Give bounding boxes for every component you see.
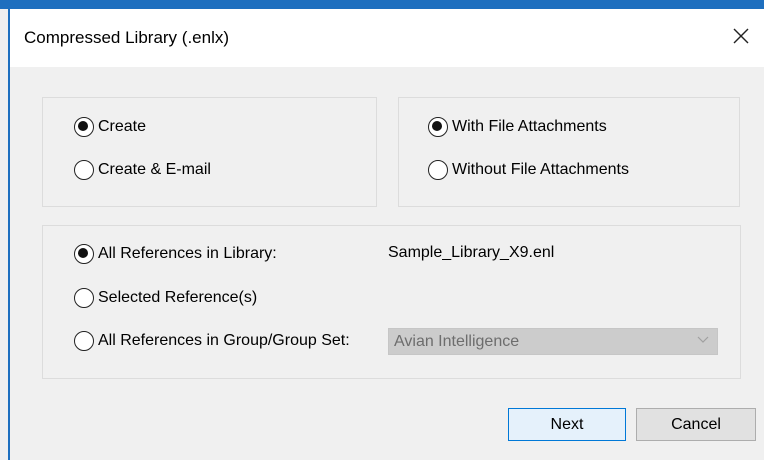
radio-without-attachments[interactable]: Without File Attachments — [428, 160, 629, 180]
radio-group-references-label: All References in Group/Group Set: — [98, 332, 350, 349]
attachments-groupbox — [398, 97, 740, 207]
radio-selected-references[interactable]: Selected Reference(s) — [74, 288, 257, 308]
radio-create[interactable]: Create — [74, 117, 146, 137]
radio-create-email-label: Create & E-mail — [98, 161, 211, 178]
radio-create-email[interactable]: Create & E-mail — [74, 160, 211, 180]
radio-checked-icon — [428, 117, 448, 137]
radio-all-references-label: All References in Library: — [98, 245, 277, 262]
next-button[interactable]: Next — [508, 408, 626, 441]
close-icon — [733, 28, 749, 44]
group-select-value: Avian Intelligence — [394, 332, 520, 350]
radio-all-references[interactable]: All References in Library: — [74, 244, 277, 264]
radio-group-references[interactable]: All References in Group/Group Set: — [74, 331, 350, 351]
dialog-client-area: Create Create & E-mail With File Attachm… — [10, 67, 764, 460]
compressed-library-dialog: Compressed Library (.enlx) Create Create… — [0, 0, 764, 460]
radio-with-attachments-label: With File Attachments — [452, 118, 607, 135]
radio-without-attachments-label: Without File Attachments — [452, 161, 629, 178]
library-name: Sample_Library_X9.enl — [388, 244, 555, 261]
cancel-button[interactable]: Cancel — [636, 408, 756, 441]
radio-unchecked-icon — [74, 160, 94, 180]
radio-unchecked-icon — [428, 160, 448, 180]
close-button[interactable] — [726, 21, 756, 51]
radio-selected-references-label: Selected Reference(s) — [98, 289, 258, 306]
radio-checked-icon — [74, 244, 94, 264]
dialog-title: Compressed Library (.enlx) — [24, 28, 230, 47]
action-groupbox — [42, 97, 377, 207]
radio-unchecked-icon — [74, 288, 94, 308]
group-select[interactable]: Avian Intelligence — [388, 328, 718, 355]
chevron-down-icon — [697, 336, 709, 343]
title-bar: Compressed Library (.enlx) — [10, 9, 764, 67]
radio-checked-icon — [74, 117, 94, 137]
window-border-top — [0, 0, 764, 9]
radio-create-label: Create — [98, 118, 147, 135]
radio-with-attachments[interactable]: With File Attachments — [428, 117, 607, 137]
radio-unchecked-icon — [74, 331, 94, 351]
